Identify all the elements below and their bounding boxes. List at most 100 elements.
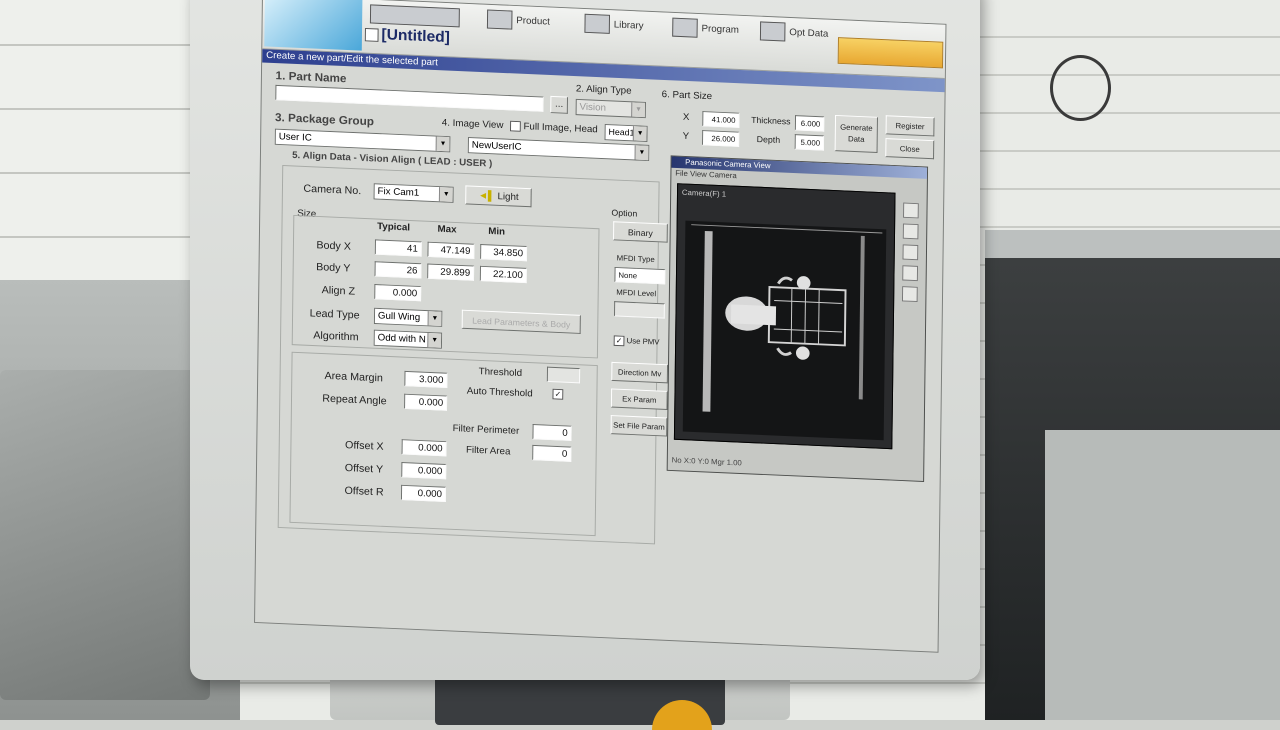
chevron-down-icon: ▼ (632, 126, 647, 141)
threshold-field[interactable] (546, 366, 581, 384)
use-pmv-option[interactable]: ✓ Use PMV (613, 335, 660, 347)
align-type-value: Vision (579, 101, 607, 114)
body-x-min-field[interactable]: 34.850 (480, 243, 528, 262)
head-label: Head (574, 123, 598, 136)
image-view-label: 4. Image View (441, 117, 504, 131)
fit-icon[interactable] (902, 223, 919, 240)
camera-view[interactable]: Camera(F) 1 (673, 183, 896, 450)
use-pmv-label: Use PMV (626, 336, 660, 347)
full-image-option[interactable]: Full Image, Head (510, 120, 598, 136)
app-logo (264, 0, 363, 51)
auto-threshold-checkbox[interactable]: ✓ (552, 388, 564, 400)
align-z-field[interactable]: 0.000 (374, 284, 422, 302)
mfdi-level-field[interactable] (613, 301, 665, 319)
part-name-browse-button[interactable]: ... (550, 95, 568, 114)
body-x-typical-field[interactable]: 41 (374, 239, 422, 257)
library-button[interactable]: Library (584, 13, 644, 36)
package-group-select[interactable]: User IC ▼ (274, 128, 451, 153)
right-machine (985, 230, 1280, 720)
machine-top (985, 230, 1280, 258)
screen: Product Library Program Opt Data [Untitl… (254, 0, 947, 653)
repeat-angle-field[interactable]: 0.000 (404, 393, 448, 411)
set-file-param-button[interactable]: Set File Param (610, 415, 668, 437)
camera-value: Fix Cam1 (377, 186, 420, 199)
body-y-min-field[interactable]: 22.100 (479, 265, 527, 284)
head-select[interactable]: Head1 ▼ (604, 123, 648, 142)
direction-button[interactable]: Direction Mv (611, 361, 669, 384)
threshold-label: Threshold (478, 366, 523, 379)
camera-window[interactable]: Panasonic Camera View File View Camera C… (666, 155, 929, 482)
highlighted-button[interactable] (837, 37, 944, 69)
area-margin-field[interactable]: 3.000 (404, 370, 448, 388)
mfdi-type-field[interactable]: None (614, 266, 666, 285)
lead-type-label: Lead Type (309, 307, 360, 322)
settings-icon[interactable] (901, 286, 918, 303)
offset-r-field[interactable]: 0.000 (400, 484, 447, 502)
thickness-label: Thickness (751, 115, 791, 127)
chevron-down-icon: ▼ (634, 145, 649, 161)
algorithm-value: Odd with N (377, 332, 426, 346)
body-y-max-field[interactable]: 29.899 (427, 263, 475, 281)
document-icon (364, 27, 379, 42)
package-group-value: User IC (278, 131, 312, 144)
body-y-typical-field[interactable]: 26 (374, 261, 422, 279)
body-x-label: Body X (316, 239, 352, 253)
part-size-y-field[interactable]: 26.000 (702, 130, 740, 147)
product-icon (486, 9, 513, 30)
binary-button[interactable]: Binary (613, 221, 668, 243)
filter-perimeter-field[interactable]: 0 (532, 424, 572, 441)
chevron-down-icon: ▼ (631, 102, 645, 118)
part-line (790, 287, 793, 344)
light-button[interactable]: ◄▌ Light (465, 185, 532, 208)
zoom-icon[interactable] (903, 202, 919, 219)
part-name-input[interactable] (275, 84, 544, 112)
plastic-cover (0, 370, 210, 700)
image-view-value: NewUserIC (471, 140, 522, 153)
close-button[interactable]: Close (885, 138, 935, 160)
lead-parameters-button[interactable]: Lead Parameters & Body (461, 309, 581, 334)
lead-type-select[interactable]: Gull Wing ▼ (373, 307, 443, 327)
camera-select[interactable]: Fix Cam1 ▼ (373, 183, 454, 203)
head-value: Head1 (608, 126, 635, 138)
body-x-max-field[interactable]: 47.149 (427, 241, 475, 259)
checkmark-icon: ✓ (552, 388, 564, 400)
program-button[interactable]: Program (672, 17, 739, 41)
offset-x-label: Offset X (345, 439, 384, 453)
offset-x-field[interactable]: 0.000 (401, 439, 447, 457)
depth-field[interactable]: 5.000 (794, 134, 825, 151)
offset-y-field[interactable]: 0.000 (401, 462, 447, 480)
new-button[interactable] (369, 3, 460, 28)
chevron-down-icon: ▼ (435, 136, 450, 152)
product-label: Product (516, 15, 550, 27)
product-button[interactable]: Product (486, 9, 550, 33)
depth-label: Depth (756, 134, 781, 145)
algorithm-select[interactable]: Odd with N ▼ (373, 329, 443, 349)
library-icon (584, 13, 611, 34)
part-size-x-field[interactable]: 41.000 (702, 111, 740, 128)
machine-panel (1045, 430, 1280, 720)
mfdi-level-label: MFDI Level (616, 287, 657, 299)
camera-toolbar (898, 197, 919, 445)
filter-area-field[interactable]: 0 (532, 444, 572, 462)
max-header: Max (437, 224, 457, 236)
align-type-select[interactable]: Vision ▼ (575, 98, 646, 119)
nozzle-arm (730, 304, 777, 326)
offset-r-label: Offset R (344, 485, 384, 499)
thickness-field[interactable]: 6.000 (794, 115, 825, 132)
grid-icon[interactable] (902, 244, 919, 261)
new-icon (369, 4, 460, 28)
chevron-down-icon: ▼ (427, 332, 442, 348)
optdata-button[interactable]: Opt Data (759, 20, 829, 44)
algorithm-label: Algorithm (313, 329, 359, 344)
camera-status: No X:0 Y:0 Mgr 1.00 (671, 455, 742, 468)
full-image-label: Full Image (523, 121, 570, 134)
optdata-label: Opt Data (789, 26, 829, 40)
align-z-label: Align Z (321, 284, 356, 298)
ex-param-button[interactable]: Ex Param (610, 388, 668, 410)
capture-icon[interactable] (902, 265, 919, 282)
register-button[interactable]: Register (885, 115, 935, 137)
generate-data-button[interactable]: Generate Data (834, 114, 878, 153)
wall-cable (1050, 55, 1111, 121)
part-size-y-label: Y (682, 131, 690, 142)
light-label: Light (497, 191, 519, 203)
